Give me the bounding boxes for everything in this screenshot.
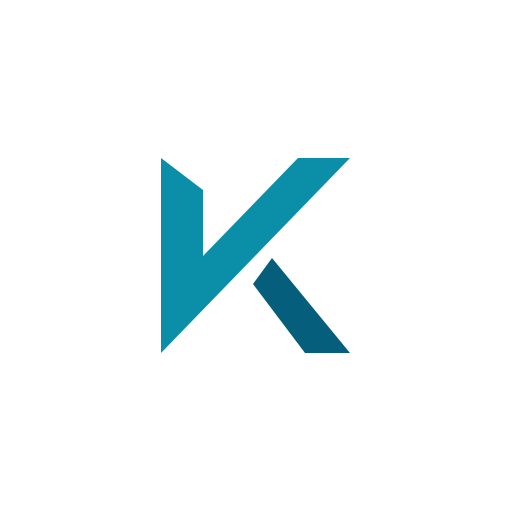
k-logo-icon — [161, 158, 350, 353]
logo-canvas — [0, 0, 512, 512]
k-logo-secondary-stroke — [253, 258, 350, 353]
